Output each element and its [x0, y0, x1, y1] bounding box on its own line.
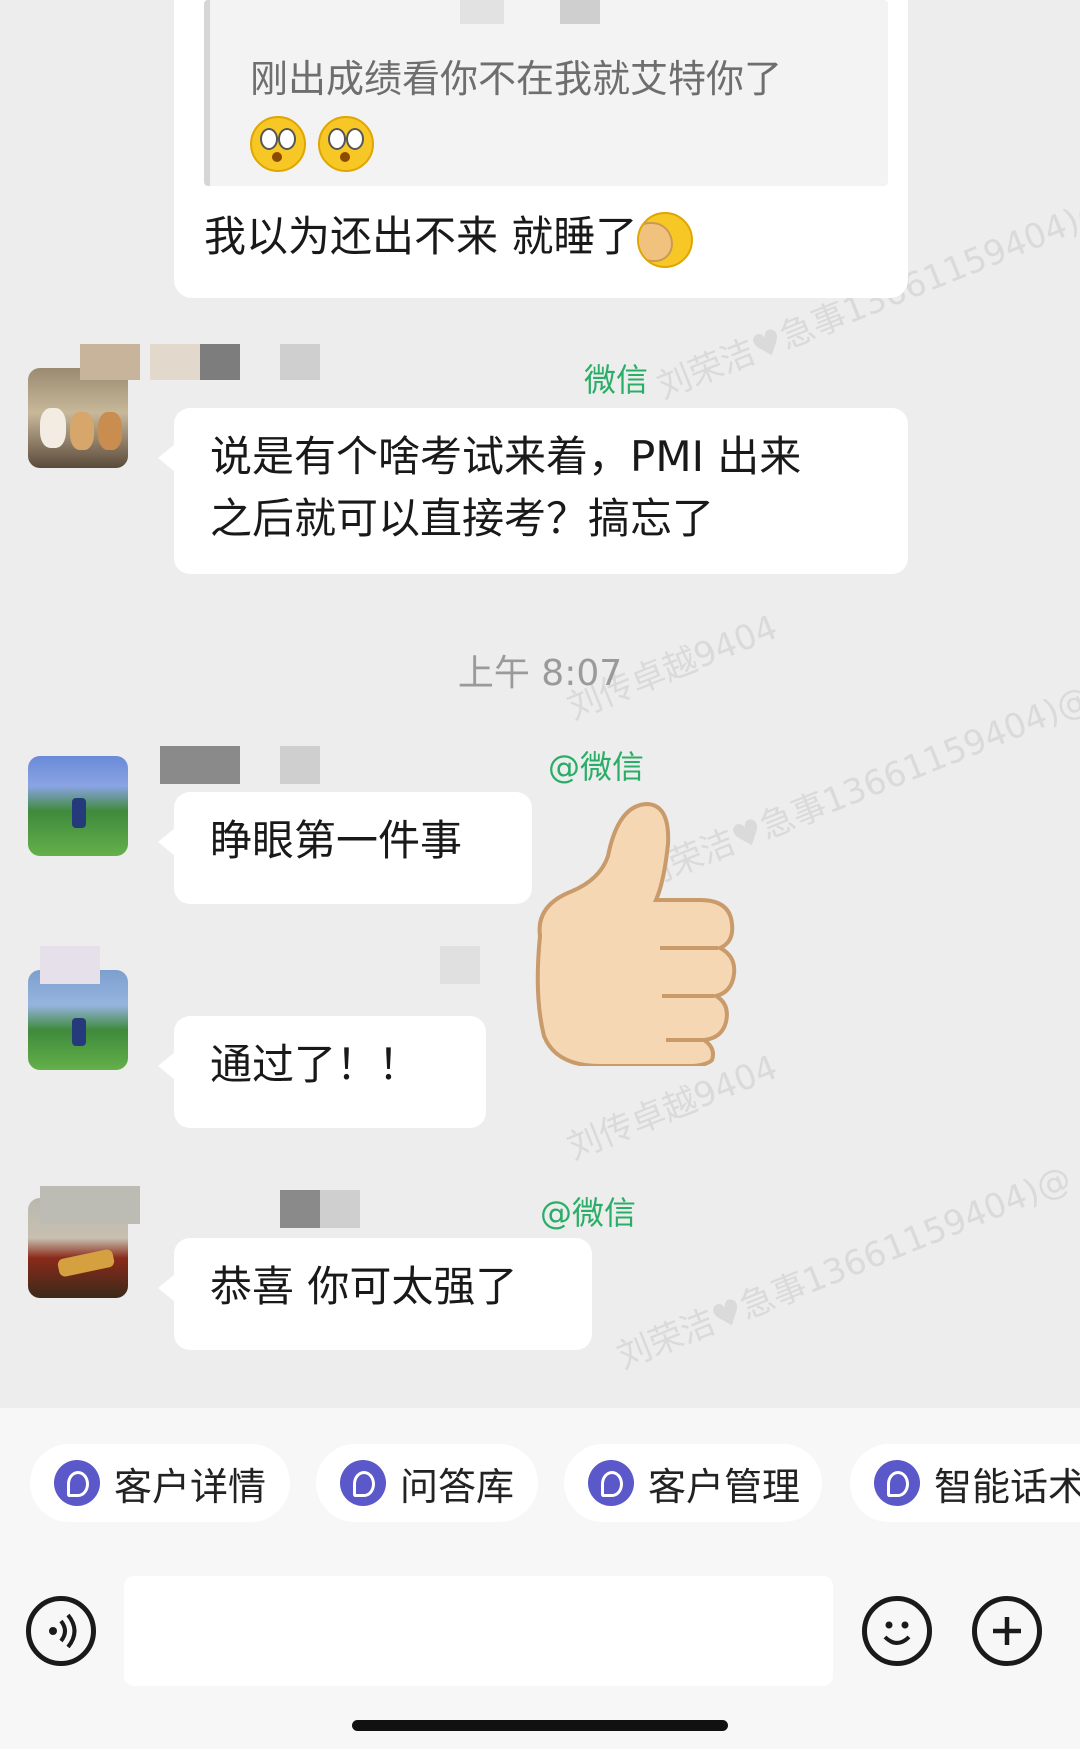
blurred-name — [40, 946, 100, 984]
quick-action-customer-management[interactable]: 客户管理 — [564, 1444, 822, 1522]
input-bar — [0, 1546, 1080, 1696]
message-input[interactable] — [124, 1576, 833, 1686]
message-bubble[interactable]: 刚出成绩看你不在我就艾特你了 我以为还出不来 就睡了 — [174, 0, 908, 298]
message-text: 恭喜 你可太强了 — [210, 1262, 518, 1311]
assistant-icon — [588, 1460, 634, 1506]
message-text: 之后就可以直接考？搞忘了 — [210, 494, 715, 543]
watermark: 刘荣洁♥急事13661159404)@ — [611, 1158, 1077, 1378]
chat-area[interactable]: 刘荣洁♥急事13661159404)@ 刘传卓越9404 刘荣洁♥急事13661… — [0, 0, 1080, 1408]
blurred-name — [440, 946, 480, 984]
voice-button[interactable] — [26, 1596, 96, 1666]
blurred-name — [320, 1190, 360, 1228]
thumbs-up-icon — [535, 801, 737, 1066]
emoji-icon — [883, 1621, 911, 1645]
blurred-name — [150, 344, 200, 380]
avatar[interactable] — [28, 368, 128, 468]
blurred-name — [200, 344, 240, 380]
quick-action-customer-details[interactable]: 客户详情 — [30, 1444, 290, 1522]
plus-button[interactable] — [972, 1596, 1042, 1666]
message-text: 我以为还出不来 就睡了 — [204, 206, 694, 268]
message-bubble[interactable]: 通过了！！ — [158, 1016, 486, 1128]
emoji-button[interactable] — [862, 1596, 932, 1666]
voice-icon — [49, 1613, 77, 1649]
blurred-name — [160, 746, 240, 784]
blurred-name — [560, 0, 600, 24]
facepalm-icon — [637, 211, 694, 268]
message-text: 说是有个啥考试来着，PMI 出来 — [210, 432, 802, 481]
assistant-icon — [54, 1460, 100, 1506]
blurred-name — [280, 746, 320, 784]
message-text: 睁眼第一件事 — [210, 816, 463, 865]
quick-action-qa-library[interactable]: 问答库 — [316, 1444, 538, 1522]
blurred-name — [280, 344, 320, 380]
source-tag: 微信 — [584, 361, 649, 399]
message-bubble[interactable]: 说是有个啥考试来着，PMI 出来 之后就可以直接考？搞忘了 — [158, 408, 908, 574]
assistant-icon — [340, 1460, 386, 1506]
time-divider: 上午 8:07 — [457, 653, 623, 694]
blurred-name — [80, 344, 140, 380]
flushed-face-icon — [318, 115, 375, 172]
quick-action-smart-scripts[interactable]: 智能话术 — [850, 1444, 1080, 1522]
message-bubble[interactable]: 睁眼第一件事 — [158, 792, 532, 904]
plus-icon — [993, 1617, 1021, 1645]
bottom-toolbar: 客户详情 问答库 客户管理 智能话术 — [0, 1408, 1080, 1749]
home-indicator — [352, 1720, 728, 1731]
message-bubble[interactable]: 恭喜 你可太强了 — [158, 1238, 592, 1350]
flushed-face-icon — [250, 115, 306, 172]
blurred-name — [460, 0, 504, 24]
blurred-name — [40, 1186, 140, 1224]
source-tag: @微信 — [540, 1194, 637, 1232]
assistant-icon — [874, 1460, 920, 1506]
quoted-message[interactable]: 刚出成绩看你不在我就艾特你了 — [204, 0, 888, 186]
avatar[interactable] — [28, 756, 128, 856]
source-tag: @微信 — [548, 748, 645, 786]
avatar[interactable] — [28, 970, 128, 1070]
quoted-text: 刚出成绩看你不在我就艾特你了 — [250, 48, 782, 172]
blurred-name — [280, 1190, 320, 1228]
message-text: 通过了！！ — [210, 1040, 421, 1089]
